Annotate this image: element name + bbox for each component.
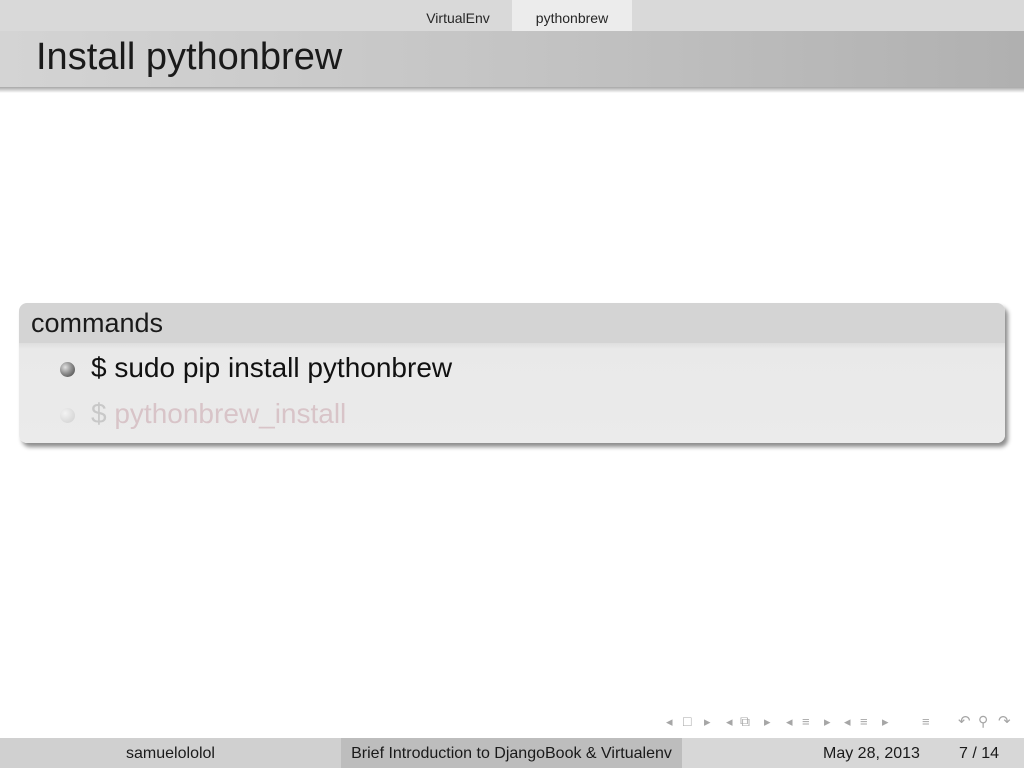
- list-item: $ pythonbrew_install: [19, 395, 1005, 435]
- section-prev-icon[interactable]: ◂: [786, 714, 793, 730]
- footer-title: Brief Introduction to DjangoBook & Virtu…: [341, 738, 682, 768]
- toc-prev-icon[interactable]: ◂: [844, 714, 851, 730]
- command-name: pythonbrew_install: [114, 398, 347, 429]
- block-header: commands: [19, 303, 1005, 343]
- footer-date: May 28, 2013: [823, 745, 920, 762]
- block-title: commands: [31, 308, 164, 338]
- prompt-symbol: $: [91, 398, 107, 429]
- nav-section-pythonbrew[interactable]: pythonbrew: [512, 0, 632, 31]
- frame-prev-icon[interactable]: ◂: [666, 714, 673, 730]
- footer-author: samuelololol: [0, 738, 341, 768]
- command-text: $ sudo pip install pythonbrew: [91, 352, 453, 383]
- redo-icon[interactable]: ↷: [998, 712, 1011, 730]
- undo-icon[interactable]: ↶: [958, 712, 971, 730]
- ball-bullet-icon: [60, 362, 75, 377]
- toc-icon[interactable]: ≡: [860, 714, 868, 729]
- section-next-icon[interactable]: ▸: [824, 714, 831, 730]
- nav-section-virtualenv[interactable]: VirtualEnv: [404, 0, 512, 31]
- search-icon[interactable]: ⚲: [978, 713, 988, 730]
- navigation-symbols: ◂ □ ▸ ◂ ⧉ ▸ ◂ ≡ ▸ ◂ ≡ ▸ ≡ ↶ ⚲ ↷: [664, 711, 1024, 735]
- frame-icon[interactable]: □: [683, 713, 691, 729]
- footline: samuelololol Brief Introduction to Djang…: [0, 738, 1024, 768]
- ball-bullet-icon: [60, 408, 75, 423]
- subsection-prev-icon[interactable]: ◂: [726, 714, 733, 730]
- frame-next-icon[interactable]: ▸: [704, 714, 711, 730]
- command-text-dimmed: $ pythonbrew_install: [91, 398, 346, 430]
- title-bar-shadow: [0, 87, 1024, 93]
- align-icon[interactable]: ≡: [922, 714, 930, 729]
- subsection-next-icon[interactable]: ▸: [764, 714, 771, 730]
- page-number: 7 / 14: [959, 745, 1000, 762]
- section-icon[interactable]: ≡: [802, 714, 810, 729]
- footer-date-page: May 28, 2013 7 / 14: [682, 738, 1024, 768]
- block-body: $ sudo pip install pythonbrew $ pythonbr…: [19, 343, 1005, 443]
- slide-title: Install pythonbrew: [36, 36, 343, 78]
- commands-block: commands $ sudo pip install pythonbrew $…: [19, 303, 1005, 443]
- toc-next-icon[interactable]: ▸: [882, 714, 889, 730]
- list-item: $ sudo pip install pythonbrew: [19, 349, 1005, 389]
- subsection-icon[interactable]: ⧉: [740, 713, 750, 730]
